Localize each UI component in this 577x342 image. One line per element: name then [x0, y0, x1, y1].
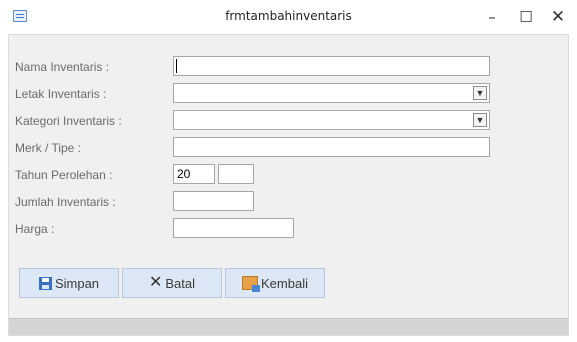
label-letak-inventaris: Letak Inventaris : — [15, 87, 107, 101]
cancel-icon: ✕ — [148, 274, 163, 291]
kembali-label: Kembali — [261, 275, 308, 291]
harga-input[interactable] — [173, 218, 294, 238]
kembali-button[interactable]: Kembali — [225, 268, 325, 298]
simpan-button[interactable]: Simpan — [19, 268, 119, 298]
label-merk-tipe: Merk / Tipe : — [15, 141, 82, 155]
merk-tipe-input[interactable] — [173, 137, 490, 157]
simpan-label: Simpan — [54, 275, 100, 291]
close-button[interactable]: ✕ — [547, 6, 569, 28]
tahun-prefix-input[interactable]: 20 — [173, 164, 215, 184]
label-jumlah-inventaris: Jumlah Inventaris : — [15, 195, 116, 209]
title-bar: frmtambahinventaris – ☐ ✕ — [0, 0, 577, 34]
letak-inventaris-combo[interactable]: ▼ — [173, 83, 490, 103]
minimize-button[interactable]: – — [481, 6, 503, 28]
maximize-button[interactable]: ☐ — [515, 6, 537, 28]
status-bar — [9, 318, 568, 335]
label-tahun-perolehan: Tahun Perolehan : — [15, 168, 113, 182]
tahun-suffix-input[interactable] — [218, 164, 254, 184]
back-icon — [242, 276, 261, 292]
nama-inventaris-input[interactable] — [173, 56, 490, 76]
batal-button[interactable]: ✕ Batal — [122, 268, 222, 298]
label-nama-inventaris: Nama Inventaris : — [15, 60, 110, 74]
chevron-down-icon[interactable]: ▼ — [473, 113, 487, 127]
save-icon — [38, 276, 52, 290]
jumlah-inventaris-input[interactable] — [173, 191, 254, 211]
chevron-down-icon[interactable]: ▼ — [473, 86, 487, 100]
label-kategori-inventaris: Kategori Inventaris : — [15, 114, 122, 128]
text-cursor — [176, 59, 177, 73]
kategori-inventaris-combo[interactable]: ▼ — [173, 110, 490, 130]
batal-label: Batal — [165, 275, 196, 291]
label-harga: Harga : — [15, 222, 55, 236]
form-body: Nama Inventaris : Letak Inventaris : ▼ K… — [8, 34, 569, 336]
